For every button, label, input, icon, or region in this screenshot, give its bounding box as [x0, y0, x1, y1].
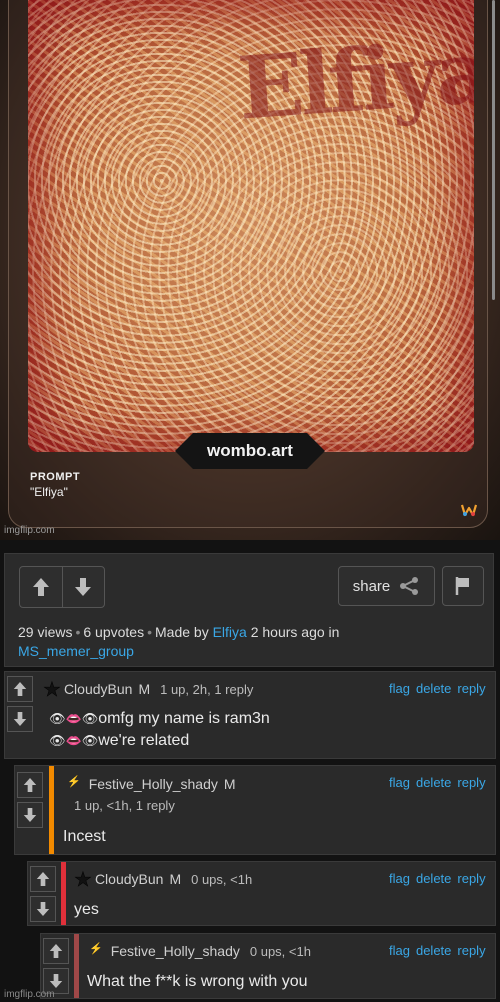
arrow-down-icon	[49, 974, 63, 988]
arrow-down-icon	[75, 578, 92, 596]
comment-upvote-button[interactable]	[17, 772, 43, 798]
comment-meta: 1 up, <1h, 1 reply	[74, 798, 175, 813]
comment: ⚡ Festive_Holly_shady M 1 up, <1h, 1 reply…	[14, 765, 496, 855]
comment-upvote-button[interactable]	[30, 866, 56, 892]
flag-button[interactable]	[442, 566, 484, 606]
star-icon: ★	[43, 679, 61, 702]
author-link[interactable]: Elfiya	[213, 624, 247, 640]
arrow-up-icon	[13, 682, 27, 696]
eyes-lips-emoji: 👁👄👁	[49, 733, 99, 748]
upvote-count: 6 upvotes	[83, 624, 145, 640]
comment-username[interactable]: Festive_Holly_shady	[89, 776, 218, 792]
lightning-icon: ⚡	[89, 943, 103, 955]
share-icon	[400, 577, 419, 595]
comment-text: 👁👄👁omfg my name is ram3n 👁👄👁we're relate…	[49, 710, 270, 749]
mod-badge: M	[169, 871, 182, 887]
star-icon: ★	[74, 869, 92, 892]
comment-upvote-button[interactable]	[43, 938, 69, 964]
comment-text: What the f**k is wrong with you	[87, 973, 308, 990]
arrow-down-icon	[36, 902, 50, 916]
comment-username[interactable]: CloudyBun	[64, 681, 133, 697]
made-by-label: Made by	[155, 624, 209, 640]
arrow-up-icon	[36, 872, 50, 886]
comment-username[interactable]: Festive_Holly_shady	[111, 943, 240, 959]
arrow-down-icon	[13, 712, 27, 726]
delete-link[interactable]: delete	[416, 943, 451, 958]
comment-text: Incest	[63, 828, 106, 845]
lightning-icon: ⚡	[67, 776, 81, 788]
wombo-art-badge: wombo.art	[175, 433, 325, 469]
delete-link[interactable]: delete	[416, 681, 451, 696]
comment-header: ⚡ Festive_Holly_shady M	[67, 775, 236, 792]
arrow-down-icon	[23, 808, 37, 822]
arrow-up-icon	[32, 578, 49, 596]
flag-link[interactable]: flag	[389, 681, 410, 696]
comment-meta: 1 up, 2h, 1 reply	[160, 682, 254, 697]
reply-link[interactable]: reply	[457, 681, 485, 696]
wombo-artwork: Elfiya	[28, 0, 474, 452]
stream-link[interactable]: MS_memer_group	[18, 643, 134, 659]
share-label: share	[352, 577, 391, 595]
comment-actions: flag delete reply	[383, 943, 486, 958]
mod-badge: M	[223, 776, 236, 792]
comment: ★ CloudyBun M 1 up, 2h, 1 reply flag delete r…	[4, 671, 496, 759]
wombo-logo-icon	[460, 503, 478, 519]
prompt-value: "Elfiya"	[30, 485, 68, 499]
comment: ⚡ Festive_Holly_shady 0 ups, <1h flag delet…	[40, 933, 496, 999]
thread-accent-bar	[61, 862, 66, 925]
mod-badge: M	[138, 681, 151, 697]
comment-username[interactable]: CloudyBun	[95, 871, 164, 887]
flag-link[interactable]: flag	[389, 943, 410, 958]
reply-link[interactable]: reply	[457, 775, 485, 790]
prompt-label: PROMPT	[30, 471, 81, 483]
eyes-lips-emoji: 👁👄👁	[49, 711, 99, 726]
comment-actions: flag delete reply	[383, 871, 486, 886]
post-meta: 29 views • 6 upvotes • Made by Elfiya 2 hour…	[18, 624, 340, 659]
comment-downvote-button[interactable]	[30, 896, 56, 922]
comment: ★ CloudyBun M 0 ups, <1h flag delete reply ye…	[27, 861, 496, 926]
comment-downvote-button[interactable]	[7, 706, 33, 732]
comment-upvote-button[interactable]	[7, 676, 33, 702]
comment-downvote-button[interactable]	[17, 802, 43, 828]
post-time: 2 hours ago in	[250, 624, 340, 640]
comment-header: ⚡ Festive_Holly_shady 0 ups, <1h	[89, 942, 311, 959]
flag-icon	[455, 577, 469, 595]
comment-actions: flag delete reply	[383, 681, 486, 696]
comment-header: ★ CloudyBun M 0 ups, <1h	[74, 867, 252, 892]
flag-link[interactable]: flag	[389, 775, 410, 790]
comment-actions: flag delete reply	[383, 775, 486, 790]
arrow-up-icon	[23, 778, 37, 792]
thread-accent-bar	[74, 934, 79, 998]
card-edge	[492, 0, 495, 300]
upvote-button[interactable]	[20, 567, 62, 607]
delete-link[interactable]: delete	[416, 871, 451, 886]
share-button[interactable]: share	[338, 566, 435, 606]
imgflip-watermark: imgflip.com	[4, 989, 55, 1000]
downvote-button[interactable]	[61, 567, 105, 607]
view-count: 29 views	[18, 624, 73, 640]
comment-text: yes	[74, 901, 99, 918]
prompt-block: PROMPT "Elfiya"	[30, 471, 80, 499]
comment-meta: 0 ups, <1h	[249, 944, 311, 959]
comment-meta: 0 ups, <1h	[191, 872, 253, 887]
meme-image: Elfiya wombo.art PROMPT "Elfiya" imgflip…	[0, 0, 500, 540]
reply-link[interactable]: reply	[457, 943, 485, 958]
post-info-panel: share 29 views • 6 upvotes • Made by Elfiya …	[4, 553, 494, 667]
comment-header: ★ CloudyBun M 1 up, 2h, 1 reply	[43, 677, 254, 702]
flag-link[interactable]: flag	[389, 871, 410, 886]
reply-link[interactable]: reply	[457, 871, 485, 886]
thread-accent-bar	[49, 766, 54, 854]
post-vote-group	[19, 566, 105, 608]
delete-link[interactable]: delete	[416, 775, 451, 790]
imgflip-watermark: imgflip.com	[4, 525, 55, 536]
arrow-up-icon	[49, 944, 63, 958]
